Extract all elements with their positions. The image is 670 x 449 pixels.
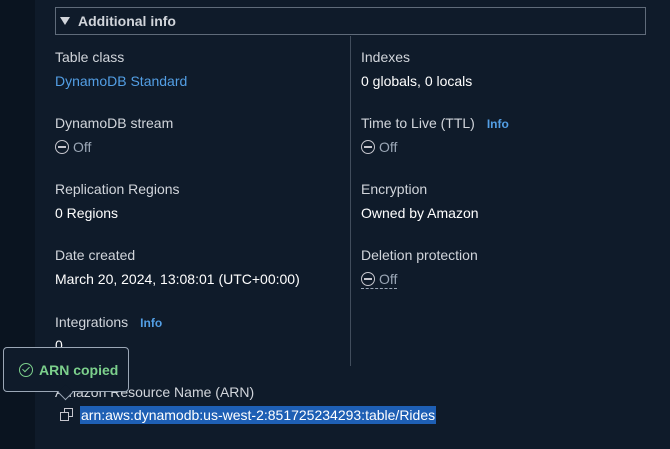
status-off-icon (361, 140, 375, 154)
replication-regions-label: Replication Regions (55, 181, 180, 197)
encryption-label: Encryption (361, 181, 428, 197)
ttl-info-link[interactable]: Info (487, 117, 509, 131)
indexes-label: Indexes (361, 49, 411, 65)
deletion-protection-label: Deletion protection (361, 247, 478, 263)
encryption-value: Owned by Amazon (361, 205, 479, 221)
ttl-status: Off (361, 139, 397, 155)
deletion-protection-value: Off (379, 271, 398, 287)
dynamodb-stream-value: Off (73, 139, 92, 155)
caret-down-icon (60, 17, 70, 25)
copy-icon[interactable] (60, 408, 74, 422)
dynamodb-stream-status: Off (55, 139, 91, 155)
check-circle-icon (19, 362, 33, 377)
table-class-label: Table class (55, 49, 125, 65)
section-title: Additional info (78, 13, 176, 29)
indexes-value: 0 globals, 0 locals (361, 73, 473, 89)
deletion-protection-status[interactable]: Off (361, 271, 398, 289)
ttl-label: Time to Live (TTL) Info (361, 115, 509, 131)
column-divider (350, 36, 351, 366)
ttl-value: Off (379, 139, 398, 155)
date-created-value: March 20, 2024, 13:08:01 (UTC+00:00) (55, 271, 300, 287)
integrations-info-link[interactable]: Info (140, 316, 162, 330)
integrations-label: Integrations Info (55, 314, 162, 330)
arn-value[interactable]: arn:aws:dynamodb:us-west-2:851725234293:… (80, 406, 437, 424)
status-off-icon (361, 272, 375, 286)
dynamodb-stream-label: DynamoDB stream (55, 115, 174, 131)
table-class-link[interactable]: DynamoDB Standard (55, 73, 187, 89)
toast-text: ARN copied (39, 361, 119, 378)
arn-copied-popover: ARN copied (3, 347, 129, 392)
integrations-label-text: Integrations (55, 314, 129, 330)
status-off-icon (55, 140, 69, 154)
date-created-label: Date created (55, 247, 136, 263)
ttl-label-text: Time to Live (TTL) (361, 115, 475, 131)
details-panel (35, 0, 670, 449)
additional-info-toggle[interactable]: Additional info (55, 7, 646, 35)
replication-regions-value: 0 Regions (55, 205, 119, 221)
